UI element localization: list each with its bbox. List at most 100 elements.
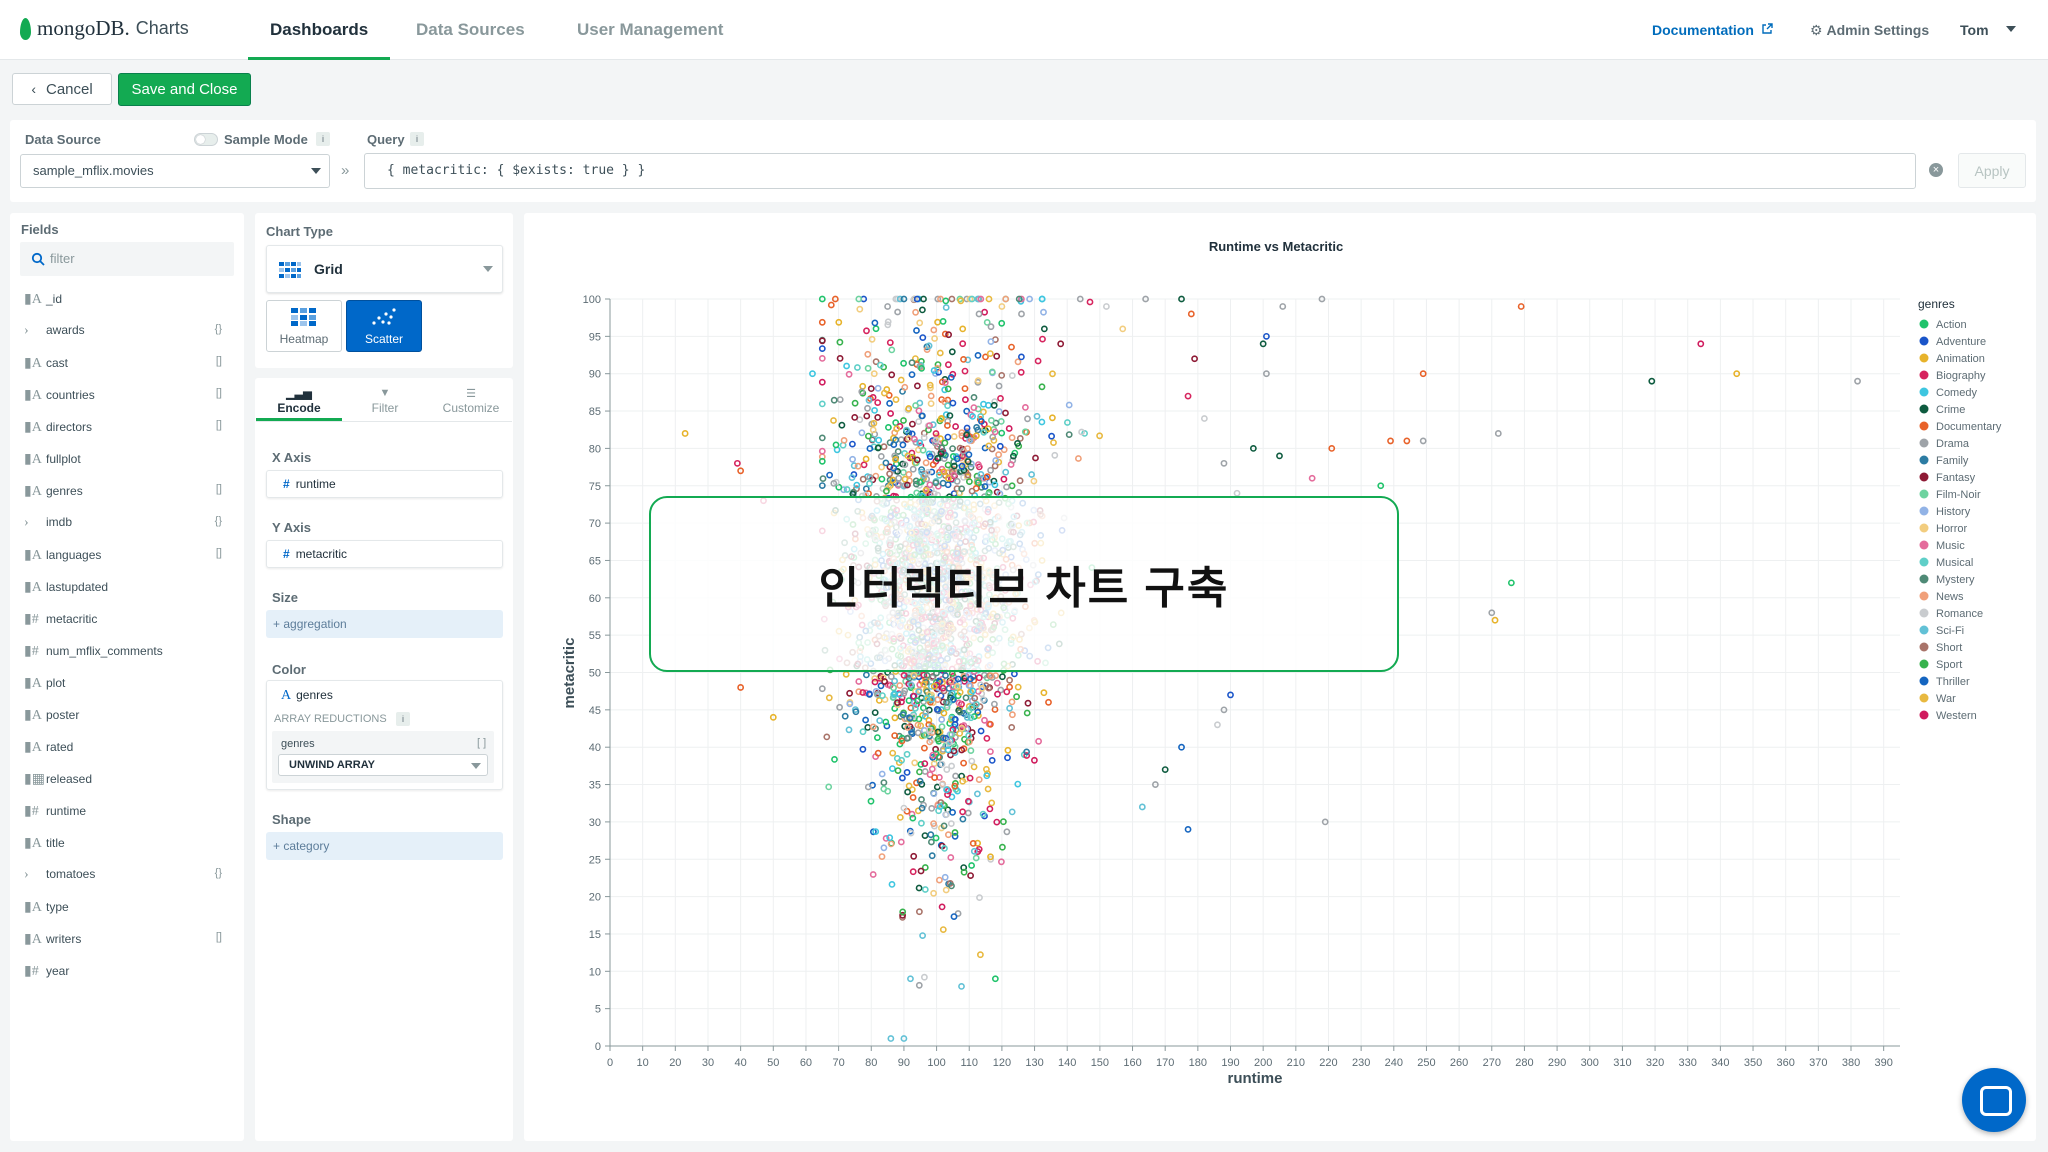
x-axis-field-chip[interactable]: # runtime (266, 470, 503, 498)
info-icon[interactable]: i (316, 132, 330, 146)
data-point[interactable] (873, 734, 881, 741)
y-axis-field-chip[interactable]: # metacritic (266, 540, 503, 568)
data-point[interactable] (915, 981, 923, 989)
data-point[interactable] (1024, 699, 1032, 707)
field-item[interactable]: ▮A lastupdated (24, 579, 234, 599)
data-point[interactable] (920, 744, 928, 752)
data-point[interactable] (960, 868, 968, 876)
data-point[interactable] (842, 670, 850, 678)
data-point[interactable] (825, 783, 833, 791)
data-point[interactable] (974, 377, 982, 384)
data-point[interactable] (865, 690, 873, 698)
data-point[interactable] (916, 768, 923, 776)
data-point[interactable] (1033, 412, 1041, 420)
data-point[interactable] (1220, 459, 1228, 467)
data-point[interactable] (952, 423, 959, 430)
data-point[interactable] (972, 854, 980, 862)
data-point[interactable] (940, 822, 948, 830)
data-point[interactable] (981, 716, 988, 724)
legend-item[interactable]: Music (1936, 540, 1965, 552)
data-point[interactable] (1013, 693, 1020, 701)
data-point[interactable] (874, 413, 882, 421)
data-point[interactable] (993, 679, 1001, 687)
data-point[interactable] (908, 359, 916, 367)
data-point[interactable] (913, 489, 921, 497)
data-point[interactable] (1032, 454, 1039, 462)
field-item[interactable]: ▮▦released (24, 771, 234, 791)
data-point[interactable] (1008, 698, 1016, 706)
data-point[interactable] (960, 355, 967, 363)
data-point[interactable] (1187, 310, 1195, 318)
data-point[interactable] (878, 463, 885, 471)
data-point[interactable] (1419, 437, 1427, 445)
data-point[interactable] (913, 327, 920, 334)
data-point[interactable] (888, 765, 896, 772)
data-point[interactable] (863, 327, 870, 335)
field-item[interactable]: ▮A rated (24, 739, 234, 759)
data-point[interactable] (939, 318, 947, 325)
data-point[interactable] (942, 886, 950, 894)
data-point[interactable] (1004, 746, 1012, 754)
data-point[interactable] (1017, 368, 1025, 376)
data-point[interactable] (965, 732, 973, 740)
data-point[interactable] (941, 439, 949, 447)
data-point[interactable] (1697, 340, 1705, 348)
query-input[interactable]: { metacritic: { $exists: true } } (364, 153, 1916, 189)
data-point[interactable] (970, 847, 978, 855)
data-point[interactable] (914, 729, 922, 737)
data-point[interactable] (909, 794, 917, 801)
data-point[interactable] (880, 389, 888, 397)
data-point[interactable] (1023, 709, 1031, 717)
data-point[interactable] (851, 399, 859, 407)
scatter-button[interactable]: Scatter (346, 300, 422, 352)
data-point[interactable] (1006, 704, 1013, 712)
data-point[interactable] (970, 404, 978, 411)
data-point[interactable] (987, 466, 994, 474)
legend-item[interactable]: Family (1936, 455, 1969, 467)
info-icon[interactable]: i (410, 132, 424, 146)
cancel-button[interactable]: ‹ Cancel (12, 73, 112, 105)
data-point[interactable] (921, 760, 929, 767)
data-point[interactable] (905, 470, 913, 478)
field-item[interactable]: ▮A fullplot (24, 451, 234, 471)
data-point[interactable] (918, 306, 926, 314)
data-point[interactable] (1854, 377, 1861, 385)
data-point[interactable] (991, 481, 999, 489)
data-point[interactable] (874, 749, 882, 757)
data-point[interactable] (859, 745, 867, 753)
data-point[interactable] (959, 325, 967, 333)
data-point[interactable] (905, 405, 913, 412)
data-point[interactable] (884, 787, 892, 795)
legend-item[interactable]: Mystery (1936, 574, 1975, 586)
data-point[interactable] (987, 338, 995, 346)
field-item[interactable]: ▮A poster (24, 707, 234, 727)
data-point[interactable] (1045, 698, 1052, 706)
data-point[interactable] (920, 434, 928, 442)
data-point[interactable] (944, 433, 952, 441)
data-point[interactable] (856, 305, 864, 313)
legend-item[interactable]: Horror (1936, 523, 1968, 535)
legend-item[interactable]: Fantasy (1936, 472, 1976, 484)
data-point[interactable] (943, 422, 951, 429)
legend-item[interactable]: Drama (1936, 438, 1970, 450)
data-point[interactable] (1086, 298, 1094, 306)
field-filter-input[interactable]: filter (20, 242, 234, 276)
data-point[interactable] (890, 684, 897, 692)
legend-item[interactable]: Crime (1936, 404, 1965, 416)
data-point[interactable] (968, 757, 976, 765)
data-point[interactable] (995, 382, 1003, 390)
data-point[interactable] (1018, 310, 1025, 318)
data-point[interactable] (891, 690, 898, 698)
data-point[interactable] (947, 373, 955, 381)
data-point[interactable] (1119, 325, 1127, 333)
data-point[interactable] (990, 401, 998, 409)
data-point[interactable] (887, 673, 895, 680)
data-point[interactable] (862, 716, 869, 724)
data-point[interactable] (998, 673, 1006, 681)
data-point[interactable] (880, 779, 888, 786)
data-point[interactable] (944, 831, 952, 839)
data-point[interactable] (859, 382, 867, 390)
data-point[interactable] (984, 785, 992, 793)
data-point[interactable] (944, 361, 952, 369)
data-point[interactable] (855, 678, 863, 685)
